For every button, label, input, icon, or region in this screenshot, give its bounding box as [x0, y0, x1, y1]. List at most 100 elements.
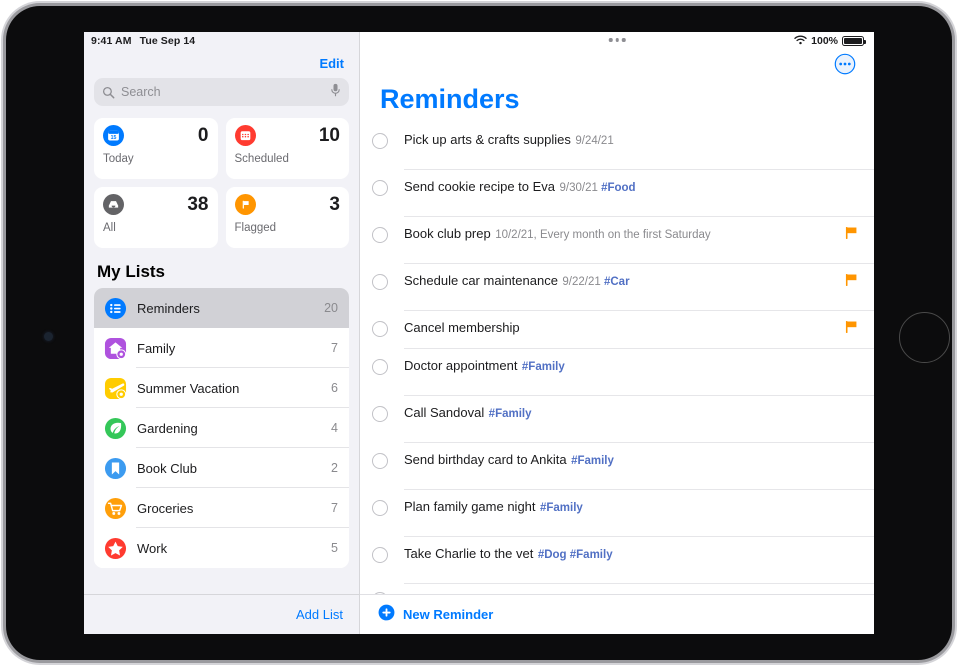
sidebar-scroll-area[interactable]: Edit Search 15 0 Today 10 Scheduled 38 A… — [84, 50, 359, 594]
smart-lists-grid: 15 0 Today 10 Scheduled 38 All 3 Flagged — [94, 118, 349, 248]
list-count: 5 — [331, 541, 338, 555]
list-row-family[interactable]: Family 7 — [94, 328, 349, 368]
reminder-body: Send cookie recipe to Eva 9/30/21 #Food — [404, 178, 858, 196]
reminder-date: 9/24/21 — [575, 135, 614, 147]
reminder-checkbox[interactable] — [372, 453, 388, 469]
reminder-subtitle: #Dog #Family — [538, 549, 613, 561]
flag-icon — [234, 194, 256, 215]
battery-full-icon — [842, 36, 866, 46]
list-count: 4 — [331, 421, 338, 435]
list-name: Summer Vacation — [137, 380, 240, 396]
my-lists-card: Reminders 20 Family 7 Summer Vacation 6 … — [94, 288, 349, 568]
reminder-body: Doctor appointment #Family — [404, 357, 858, 375]
list-row-work[interactable]: Work 5 — [94, 528, 349, 568]
search-placeholder: Search — [121, 85, 161, 99]
reminder-tags[interactable]: #Dog #Family — [538, 549, 613, 561]
reminder-subtitle: #Family — [522, 361, 565, 373]
list-row-summer-vacation[interactable]: Summer Vacation 6 — [94, 368, 349, 408]
search-icon — [102, 86, 115, 99]
smart-list-all[interactable]: 38 All — [94, 187, 218, 248]
reminder-checkbox[interactable] — [372, 180, 388, 196]
reminder-checkbox[interactable] — [372, 359, 388, 375]
reminder-checkbox[interactable] — [372, 274, 388, 290]
smart-list-today[interactable]: 15 0 Today — [94, 118, 218, 179]
sidebar-footer: Add List — [84, 594, 359, 634]
reminder-subtitle: 9/24/21 — [575, 135, 613, 147]
new-reminder-button[interactable]: New Reminder — [403, 607, 493, 622]
reminder-tags[interactable]: #Family — [489, 408, 532, 420]
home-button[interactable] — [899, 312, 950, 363]
reminder-row[interactable]: Schedule car maintenance 9/22/21 #Car — [372, 264, 874, 311]
reminder-checkbox[interactable] — [372, 500, 388, 516]
reminder-checkbox[interactable] — [372, 592, 388, 594]
reminder-title: Pick up arts & crafts supplies — [404, 132, 571, 147]
reminder-row[interactable]: Take Charlie to the vet #Dog #Family — [372, 537, 874, 584]
smart-list-label: All — [103, 222, 116, 234]
list-row-book-club[interactable]: Book Club 2 — [94, 448, 349, 488]
wifi-icon — [794, 35, 807, 48]
front-camera-icon — [44, 332, 53, 341]
reminder-body: Plan family game night #Family — [404, 498, 858, 516]
bookmark-icon — [104, 457, 127, 480]
inbox-tray-icon — [103, 194, 124, 215]
multitasking-handle-icon[interactable] — [608, 38, 626, 42]
reminder-checkbox[interactable] — [372, 547, 388, 563]
reminder-date: 9/22/21 — [562, 276, 604, 288]
flag-icon[interactable] — [845, 320, 858, 339]
list-row-reminders[interactable]: Reminders 20 — [94, 288, 349, 328]
edit-button[interactable]: Edit — [319, 56, 344, 71]
reminder-tags[interactable]: #Family — [522, 361, 565, 373]
page-title: Reminders — [380, 84, 520, 114]
reminder-title: Schedule car maintenance — [404, 273, 558, 288]
my-lists-heading: My Lists — [97, 262, 166, 281]
reminder-row-partial[interactable] — [372, 584, 874, 594]
reminder-row[interactable]: Pick up arts & crafts supplies 9/24/21 — [372, 123, 874, 170]
reminder-date: 9/30/21 — [559, 182, 602, 194]
plus-circle-icon[interactable] — [378, 604, 395, 626]
reminder-checkbox[interactable] — [372, 321, 388, 337]
add-list-button[interactable]: Add List — [296, 607, 343, 622]
list-name: Book Club — [137, 460, 197, 476]
reminder-subtitle: 9/30/21 #Food — [560, 182, 636, 194]
reminder-row[interactable]: Send birthday card to Ankita #Family — [372, 443, 874, 490]
search-field[interactable]: Search — [94, 78, 349, 106]
reminder-subtitle: #Family — [571, 455, 614, 467]
reminder-row[interactable]: Send cookie recipe to Eva 9/30/21 #Food — [372, 170, 874, 217]
list-row-groceries[interactable]: Groceries 7 — [94, 488, 349, 528]
list-count: 2 — [331, 461, 338, 475]
smart-list-flagged[interactable]: 3 Flagged — [225, 187, 349, 248]
calendar-scheduled-icon — [234, 125, 256, 146]
sidebar: 9:41 AM Tue Sep 14 Edit Search 15 0 Toda… — [84, 32, 360, 634]
reminders-list[interactable]: Pick up arts & crafts supplies 9/24/21 S… — [360, 123, 874, 594]
reminder-row[interactable]: Call Sandoval #Family — [372, 396, 874, 443]
smart-list-count: 3 — [329, 194, 340, 215]
reminder-row[interactable]: Plan family game night #Family — [372, 490, 874, 537]
reminder-subtitle: 10/2/21, Every month on the first Saturd… — [495, 229, 710, 241]
reminder-tags[interactable]: #Family — [540, 502, 583, 514]
status-bar-right: 100% — [360, 32, 874, 50]
reminder-title: Cancel membership — [404, 320, 520, 335]
microphone-icon[interactable] — [330, 83, 341, 102]
reminder-tags[interactable]: #Family — [571, 455, 614, 467]
more-row — [360, 50, 874, 82]
ipad-screen: 9:41 AM Tue Sep 14 Edit Search 15 0 Toda… — [84, 32, 874, 634]
reminder-row[interactable]: Doctor appointment #Family — [372, 349, 874, 396]
reminder-checkbox[interactable] — [372, 133, 388, 149]
smart-list-scheduled[interactable]: 10 Scheduled — [225, 118, 349, 179]
airplane-icon — [104, 377, 127, 400]
reminder-body: Take Charlie to the vet #Dog #Family — [404, 545, 858, 563]
reminder-checkbox[interactable] — [372, 406, 388, 422]
more-ellipsis-circle-icon[interactable] — [834, 53, 856, 80]
detail-pane: 100% Reminders Pick up arts & crafts sup… — [360, 32, 874, 634]
reminder-title: Call Sandoval — [404, 405, 485, 420]
reminder-checkbox[interactable] — [372, 227, 388, 243]
reminder-title: Book club prep — [404, 226, 491, 241]
shopping-cart-icon — [104, 497, 127, 520]
flag-icon[interactable] — [845, 273, 858, 292]
flag-icon[interactable] — [845, 226, 858, 245]
reminder-row[interactable]: Cancel membership — [372, 311, 874, 349]
list-row-gardening[interactable]: Gardening 4 — [94, 408, 349, 448]
reminder-tags[interactable]: #Car — [604, 276, 630, 288]
reminder-row[interactable]: Book club prep 10/2/21, Every month on t… — [372, 217, 874, 264]
reminder-tags[interactable]: #Food — [601, 182, 636, 194]
